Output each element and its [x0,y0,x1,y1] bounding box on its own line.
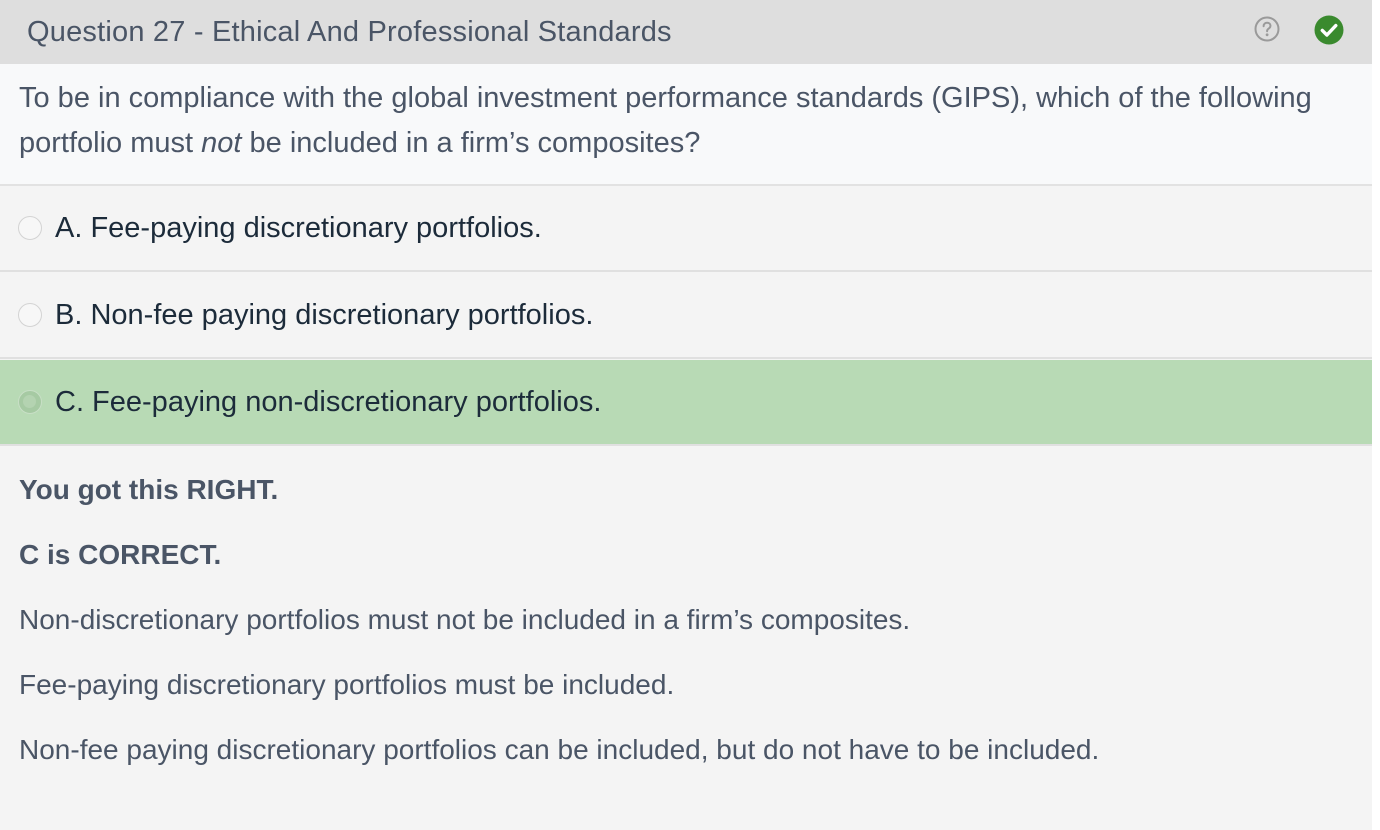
answer-option-c[interactable]: C. Fee-paying non-discretionary portfoli… [0,360,1372,446]
answer-feedback: You got this RIGHT. C is CORRECT. Non-di… [0,448,1372,830]
check-circle-icon [1314,15,1344,45]
question-text: To be in compliance with the global inve… [0,64,1372,186]
answer-option-label: B. Non-fee paying discretionary portfoli… [55,298,594,331]
question-title: Question 27 - Ethical And Professional S… [27,15,672,48]
radio-button-a[interactable] [18,216,42,240]
explanation-line: Fee-paying discretionary portfolios must… [19,669,675,700]
explanation-line: Non-fee paying discretionary portfolios … [19,734,1100,765]
answer-option-label: A. Fee-paying discretionary portfolios. [55,211,542,244]
result-message: You got this RIGHT. [19,474,279,505]
question-text-after: be included in a firm’s composites? [241,127,701,159]
answer-option-label: C. Fee-paying non-discretionary portfoli… [55,385,602,418]
answer-option-a[interactable]: A. Fee-paying discretionary portfolios. [0,186,1372,272]
question-panel: Question 27 - Ethical And Professional S… [0,0,1372,830]
help-circle-icon[interactable] [1254,16,1280,42]
question-header: Question 27 - Ethical And Professional S… [0,0,1372,64]
scrollbar-gutter [1372,0,1380,830]
question-emphasis: not [201,127,242,159]
explanation-line: Non-discretionary portfolios must not be… [19,604,911,635]
answer-option-b[interactable]: B. Non-fee paying discretionary portfoli… [0,273,1372,359]
radio-button-b[interactable] [18,303,42,327]
radio-button-c[interactable] [18,390,42,414]
correct-answer-message: C is CORRECT. [19,539,222,570]
